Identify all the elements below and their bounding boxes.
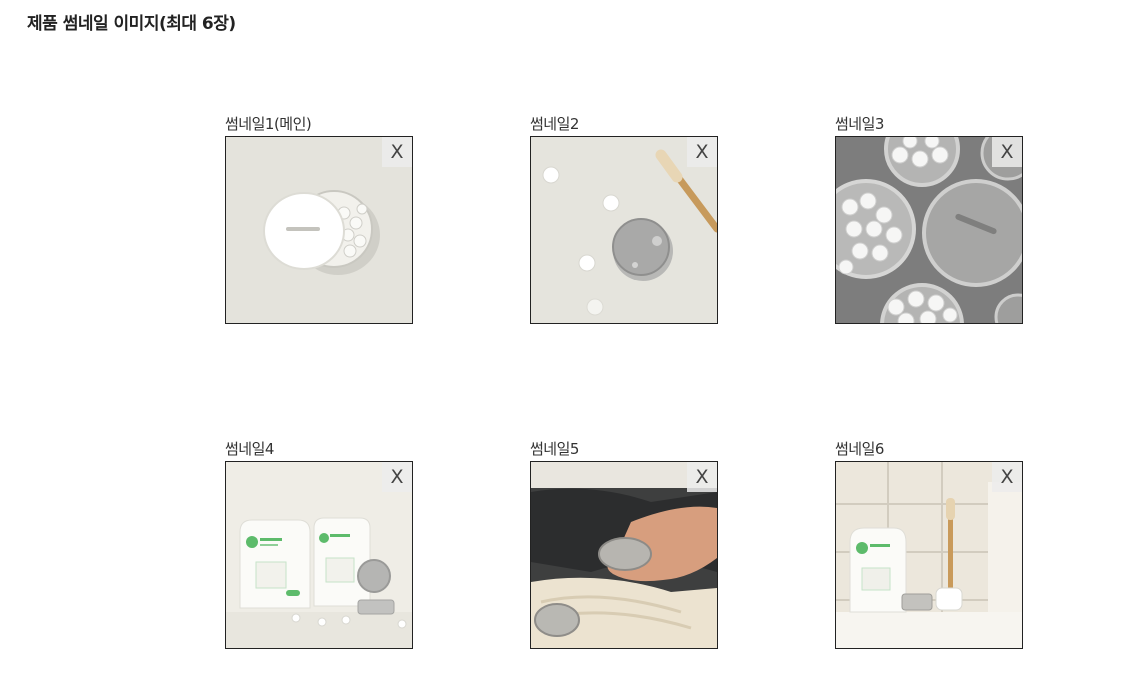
thumbnail-image[interactable]: X [530,136,718,324]
remove-button[interactable]: X [687,462,717,492]
thumbnail-slot-5: 썸네일5 X [530,437,718,649]
thumbnail-image[interactable]: X [225,461,413,649]
thumbnail-label: 썸네일4 [225,440,274,458]
remove-button[interactable]: X [992,462,1022,492]
thumbnail-image[interactable]: X [225,136,413,324]
thumbnail-label: 썸네일6 [835,440,884,458]
thumbnail-image[interactable]: X [530,461,718,649]
thumbnail-image[interactable]: X [835,461,1023,649]
thumbnail-slot-2: 썸네일2 X [530,112,718,324]
remove-button[interactable]: X [687,137,717,167]
thumbnail-label: 썸네일1(메인) [225,115,312,133]
thumbnail-label: 썸네일2 [530,115,579,133]
thumbnail-slot-1: 썸네일1(메인) X [225,112,413,324]
thumbnail-label: 썸네일3 [835,115,884,133]
thumbnail-label: 썸네일5 [530,440,579,458]
thumbnail-slot-4: 썸네일4 X [225,437,413,649]
thumbnail-slot-3: 썸네일3 X [835,112,1023,324]
section-title: 제품 썸네일 이미지(최대 6장) [27,14,236,34]
remove-button[interactable]: X [992,137,1022,167]
remove-button[interactable]: X [382,462,412,492]
thumbnail-slot-6: 썸네일6 X [835,437,1023,649]
remove-button[interactable]: X [382,137,412,167]
thumbnail-image[interactable]: X [835,136,1023,324]
